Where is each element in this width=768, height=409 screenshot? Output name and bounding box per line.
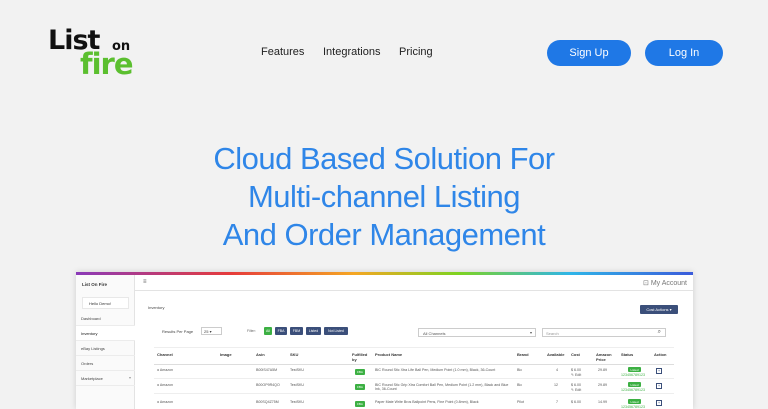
cost-cell: $ 6.00 bbox=[571, 400, 581, 404]
status-id: 123456789123 bbox=[621, 373, 645, 377]
hero-line-3: And Order Management bbox=[222, 217, 546, 252]
status-badge: Listed bbox=[628, 382, 641, 387]
fulfilled-badge: FBA bbox=[355, 401, 365, 407]
column-header[interactable]: Available bbox=[547, 352, 564, 357]
search-input[interactable]: Search ⌕ bbox=[542, 328, 666, 337]
brand-cell: Bic bbox=[517, 368, 522, 372]
status-badge: Listed bbox=[628, 399, 641, 404]
column-header[interactable]: Product Name bbox=[375, 352, 402, 357]
nav-features-link[interactable]: Features bbox=[261, 46, 304, 58]
column-header[interactable]: Image bbox=[220, 352, 232, 357]
available-cell: 4 bbox=[556, 368, 558, 372]
available-cell: 12 bbox=[554, 383, 558, 387]
filter-not-listed-button[interactable]: Not Listed bbox=[324, 327, 348, 335]
table-row[interactable]: ɑ Amazon B00IS47A5M TestSKU FBA BIC Roun… bbox=[154, 365, 674, 379]
results-per-page-select[interactable]: 25 ▾ bbox=[201, 327, 222, 335]
filter-label: Filter: bbox=[247, 329, 256, 333]
filter-fbm-button[interactable]: FBM bbox=[290, 327, 303, 335]
brand-cell: Pilot bbox=[517, 400, 524, 404]
channel-cell: ɑ Amazon bbox=[157, 383, 173, 387]
channel-cell: ɑ Amazon bbox=[157, 368, 173, 372]
search-icon[interactable]: ⌕ bbox=[658, 329, 661, 336]
logo-word-fire: fire bbox=[80, 47, 134, 81]
cost-cell: $ 6.00 bbox=[571, 383, 581, 387]
table-header: Channel Image Asin SKU Fulfilled by Prod… bbox=[154, 347, 674, 365]
hero-line-2: Multi-channel Listing bbox=[247, 179, 521, 214]
column-header[interactable]: Brand bbox=[517, 352, 529, 357]
available-cell: 7 bbox=[556, 400, 558, 404]
nav-pricing-link[interactable]: Pricing bbox=[399, 46, 433, 58]
column-header[interactable]: Status bbox=[621, 352, 633, 357]
log-in-button[interactable]: Log In bbox=[645, 40, 723, 66]
action-plus-icon[interactable]: + bbox=[656, 383, 662, 389]
column-header[interactable]: Cost bbox=[571, 352, 580, 357]
brand-cell: Bic bbox=[517, 383, 522, 387]
column-header[interactable]: Action bbox=[654, 352, 666, 357]
column-header[interactable]: SKU bbox=[290, 352, 298, 357]
edit-cost-link[interactable]: ✎ Edit bbox=[571, 388, 581, 392]
asin-cell: B00IS47A5M bbox=[256, 368, 278, 372]
column-header[interactable]: Amazon Price bbox=[596, 352, 616, 362]
status-badge: Listed bbox=[628, 367, 641, 372]
status-id: 123456789123 bbox=[621, 405, 645, 409]
amazon-price-cell: 29.89 bbox=[598, 368, 607, 372]
action-plus-icon[interactable]: + bbox=[656, 368, 662, 374]
edit-cost-link[interactable]: ✎ Edit bbox=[571, 373, 581, 377]
chevron-down-icon: ▾ bbox=[529, 330, 532, 335]
table-row[interactable]: ɑ Amazon B00OP9R4QO TestSKU FBA BIC Roun… bbox=[154, 380, 674, 394]
product-name-cell[interactable]: BIC Round Stic Xtra Life Ball Pen, Mediu… bbox=[375, 368, 513, 372]
channel-cell: ɑ Amazon bbox=[157, 400, 173, 404]
page-title: Inventory bbox=[148, 305, 165, 310]
filter-fba-button[interactable]: FBA bbox=[275, 327, 287, 335]
action-plus-icon[interactable]: + bbox=[656, 400, 662, 406]
cost-cell: $ 6.00 bbox=[571, 368, 581, 372]
sku-cell: TestSKU bbox=[290, 383, 304, 387]
hero-heading: Cloud Based Solution For Multi-channel L… bbox=[0, 140, 768, 254]
column-header[interactable]: Channel bbox=[157, 352, 173, 357]
sku-cell: TestSKU bbox=[290, 400, 304, 404]
filter-listed-button[interactable]: Listed bbox=[306, 327, 321, 335]
status-id: 123456789123 bbox=[621, 388, 645, 392]
logo[interactable]: List on fire bbox=[46, 26, 146, 82]
filter-all-button[interactable]: All bbox=[264, 327, 272, 335]
hero-line-1: Cloud Based Solution For bbox=[213, 141, 555, 176]
nav-integrations-link[interactable]: Integrations bbox=[323, 46, 380, 58]
fulfilled-badge: FBA bbox=[355, 369, 365, 375]
asin-cell: B00SQ4Z75M bbox=[256, 400, 279, 404]
sku-cell: TestSKU bbox=[290, 368, 304, 372]
product-name-cell[interactable]: BIC Round Stic Grip Xtra Comfort Ball Pe… bbox=[375, 383, 513, 391]
cost-actions-button[interactable]: Cost Actions ▾ bbox=[640, 305, 678, 314]
sign-up-button[interactable]: Sign Up bbox=[547, 40, 631, 66]
fulfilled-badge: FBA bbox=[355, 384, 365, 390]
asin-cell: B00OP9R4QO bbox=[256, 383, 280, 387]
amazon-price-cell: 29.89 bbox=[598, 383, 607, 387]
product-name-cell[interactable]: Paper Mate Write Bros Ballpoint Pens, Fi… bbox=[375, 400, 513, 404]
results-per-page-label: Results Per Page bbox=[162, 329, 194, 334]
amazon-price-cell: 14.99 bbox=[598, 400, 607, 404]
app-content: Inventory Cost Actions ▾ Results Per Pag… bbox=[76, 272, 693, 409]
column-header[interactable]: Fulfilled by bbox=[352, 352, 372, 362]
column-header[interactable]: Asin bbox=[256, 352, 265, 357]
channel-select[interactable]: All Channels ▾ bbox=[418, 328, 536, 337]
table-row[interactable]: ɑ Amazon B00SQ4Z75M TestSKU FBA Paper Ma… bbox=[154, 397, 674, 409]
